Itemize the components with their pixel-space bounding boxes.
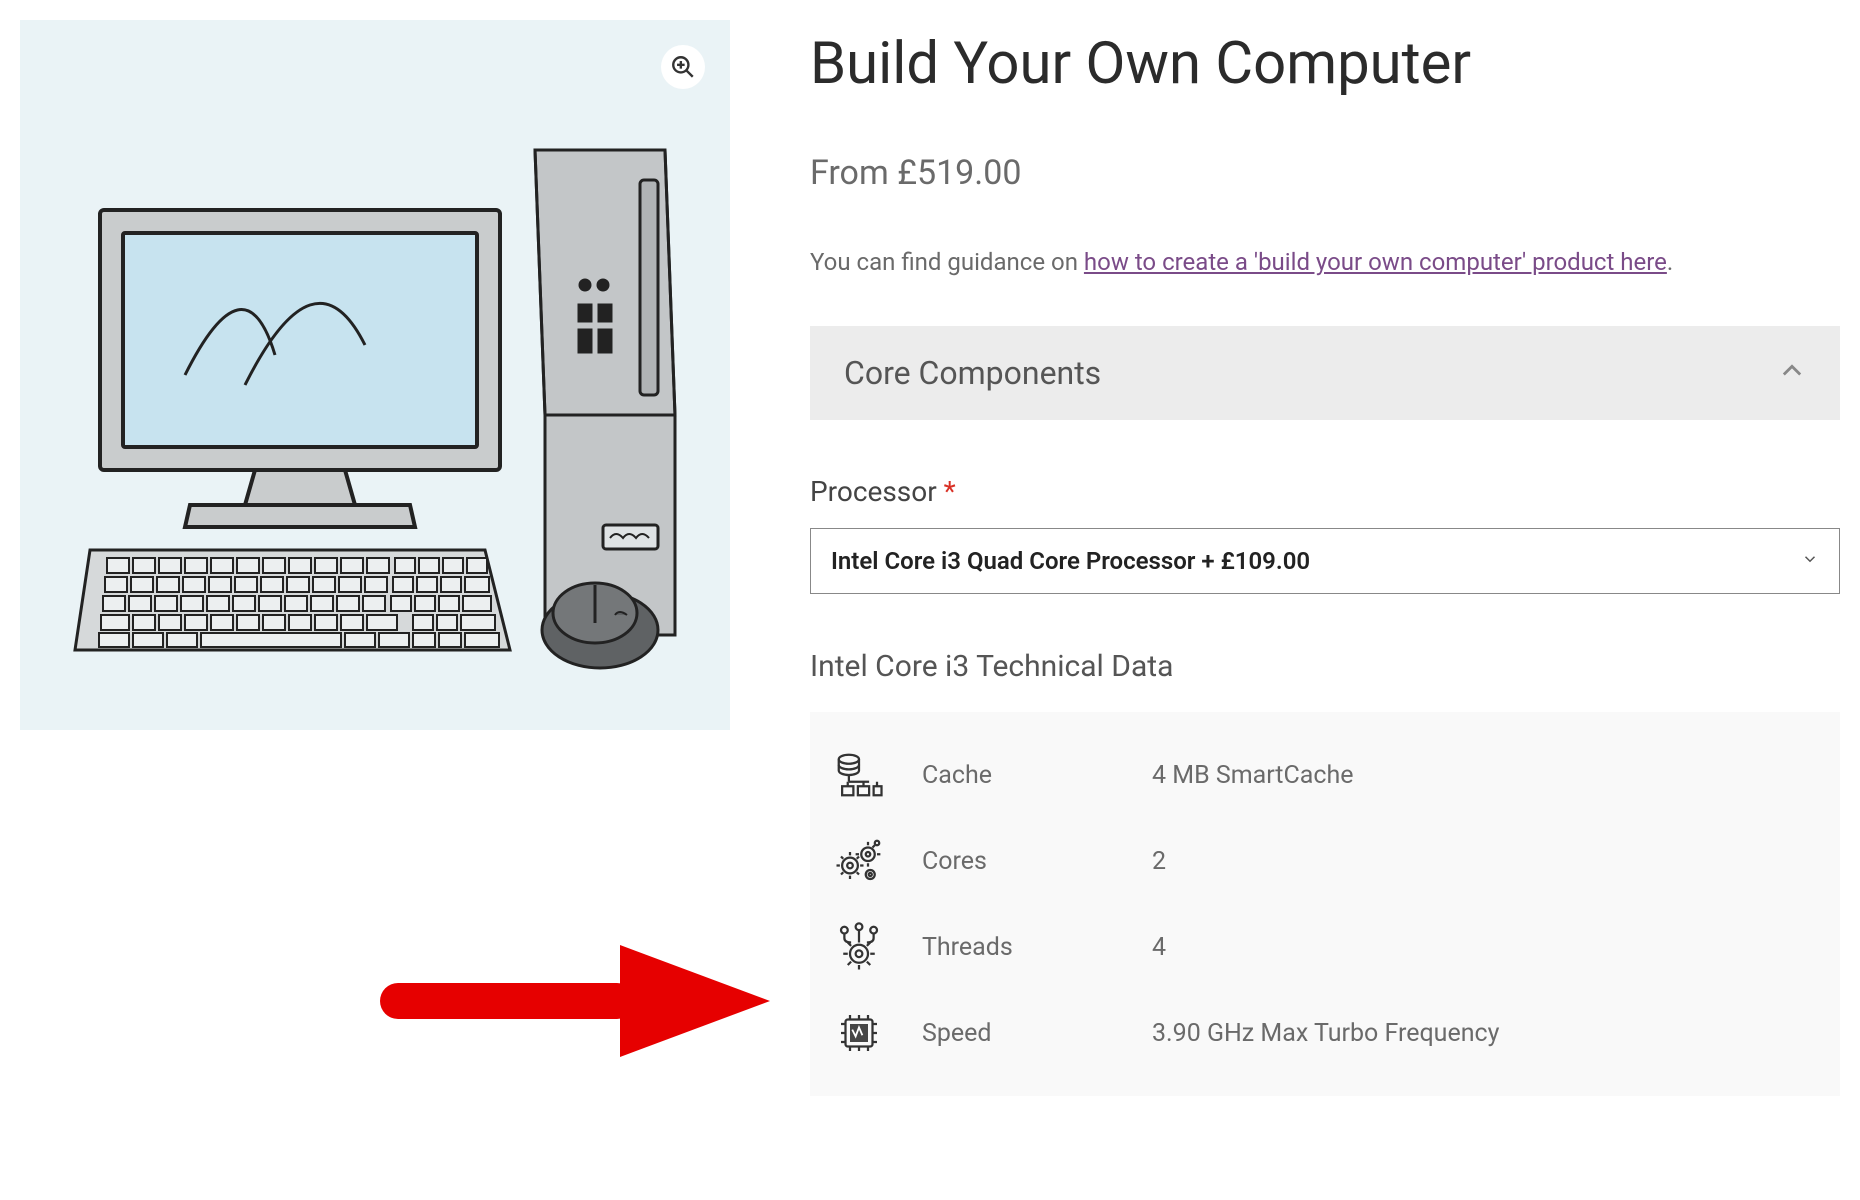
product-title: Build Your Own Computer xyxy=(810,30,1840,98)
tech-label: Cache xyxy=(922,761,1152,790)
tech-value: 2 xyxy=(1152,847,1166,876)
accordion-title: Core Components xyxy=(844,354,1101,392)
processor-label-text: Processor xyxy=(810,475,937,508)
zoom-icon[interactable] xyxy=(661,45,705,89)
tech-row-speed: Speed 3.90 GHz Max Turbo Frequency xyxy=(830,990,1820,1076)
accordion-core-components[interactable]: Core Components xyxy=(810,326,1840,420)
tech-value: 3.90 GHz Max Turbo Frequency xyxy=(1152,1019,1499,1048)
chevron-down-icon xyxy=(1801,550,1819,572)
tech-value: 4 MB SmartCache xyxy=(1152,761,1353,790)
tech-label: Speed xyxy=(922,1019,1152,1048)
cache-icon xyxy=(830,746,888,804)
tech-label: Cores xyxy=(922,847,1152,876)
technical-data-title: Intel Core i3 Technical Data xyxy=(810,649,1840,684)
technical-data-table: Cache 4 MB SmartCache Cores 2 xyxy=(810,712,1840,1096)
threads-icon xyxy=(830,918,888,976)
tech-label: Threads xyxy=(922,933,1152,962)
processor-label: Processor * xyxy=(810,475,1840,508)
guidance-link[interactable]: how to create a 'build your own computer… xyxy=(1084,248,1667,276)
product-price: From £519.00 xyxy=(810,153,1840,193)
chevron-up-icon xyxy=(1778,357,1806,389)
guidance-text: You can find guidance on how to create a… xyxy=(810,248,1840,276)
tech-row-cores: Cores 2 xyxy=(830,818,1820,904)
tech-value: 4 xyxy=(1152,933,1166,962)
tech-row-threads: Threads 4 xyxy=(830,904,1820,990)
guidance-prefix: You can find guidance on xyxy=(810,248,1084,276)
tech-row-cache: Cache 4 MB SmartCache xyxy=(830,732,1820,818)
processor-selected-value: Intel Core i3 Quad Core Processor + £109… xyxy=(831,547,1310,575)
gears-icon xyxy=(830,832,888,890)
processor-select[interactable]: Intel Core i3 Quad Core Processor + £109… xyxy=(810,528,1840,594)
required-indicator: * xyxy=(944,475,956,508)
product-image[interactable] xyxy=(20,20,730,730)
annotation-arrow-icon xyxy=(370,940,770,1060)
chip-icon xyxy=(830,1004,888,1062)
computer-illustration xyxy=(55,75,695,675)
guidance-suffix: . xyxy=(1667,248,1673,276)
